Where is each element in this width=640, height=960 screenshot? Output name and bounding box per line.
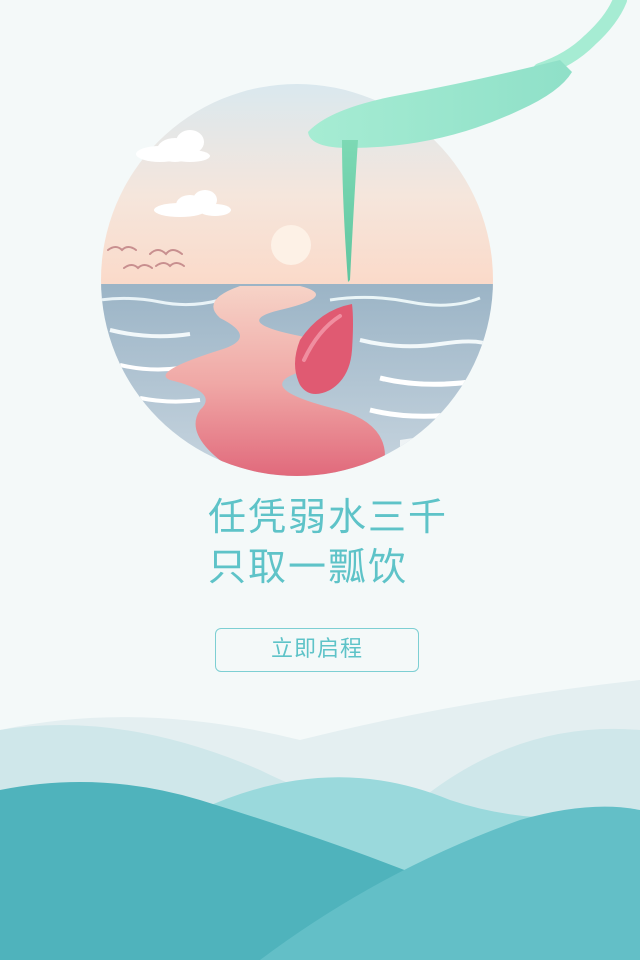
scene-circle xyxy=(101,84,493,476)
slogan: 任凭弱水三千 只取一瓢饮 xyxy=(208,492,448,592)
seascape-illustration xyxy=(101,0,627,476)
sun-icon xyxy=(271,225,311,265)
welcome-screen: 任凭弱水三千 只取一瓢饮 立即启程 xyxy=(0,0,640,960)
slogan-line-1: 任凭弱水三千 xyxy=(208,495,449,539)
hills-decoration xyxy=(0,680,640,960)
slogan-line-2: 只取一瓢饮 xyxy=(208,545,409,589)
